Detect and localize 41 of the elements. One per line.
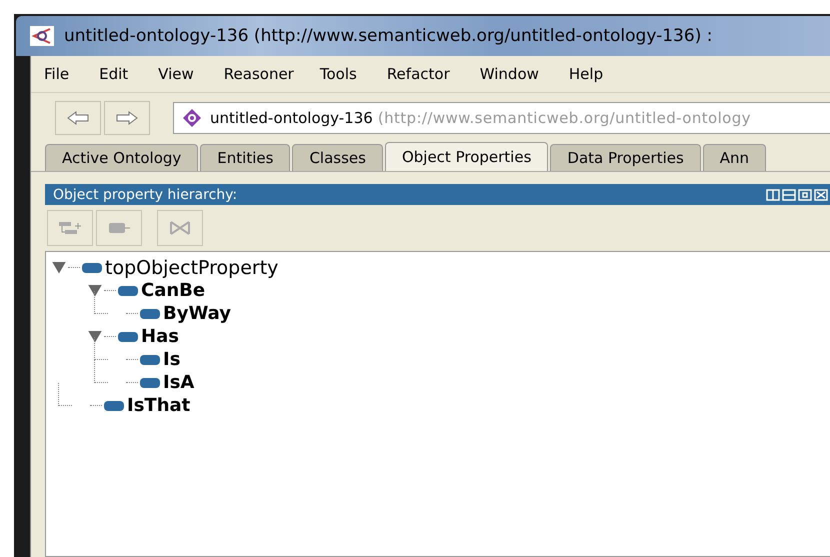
tab[interactable]: Data Properties: [550, 144, 701, 171]
property-icon: [140, 354, 160, 364]
tree-item[interactable]: CanBe: [141, 280, 206, 301]
tab[interactable]: Entities: [200, 144, 290, 171]
tab[interactable]: Ann: [702, 144, 766, 171]
forward-button[interactable]: [104, 101, 150, 135]
tab[interactable]: Classes: [292, 144, 383, 171]
hierarchy-add-icon: [58, 220, 82, 236]
left-arrow-icon: [65, 111, 91, 125]
tab[interactable]: Object Properties: [384, 142, 548, 171]
view-controls-icon[interactable]: [766, 188, 830, 200]
menu-item[interactable]: View: [158, 65, 194, 83]
menu-item[interactable]: Refactor: [386, 65, 450, 83]
property-icon: [118, 332, 138, 342]
property-icon: [82, 262, 102, 272]
right-arrow-icon: [114, 111, 140, 125]
property-icon: [140, 378, 160, 388]
property-icon: [118, 286, 138, 296]
tree-item[interactable]: topObjectProperty: [105, 256, 278, 278]
menu-item[interactable]: File: [44, 65, 70, 83]
panel-title: Object property hierarchy:: [53, 186, 238, 202]
property-icon: [104, 400, 124, 410]
menu-item[interactable]: Reasoner: [224, 65, 294, 83]
menu-item[interactable]: Help: [568, 65, 604, 83]
tree-item[interactable]: ByWay: [163, 303, 231, 324]
menu-item[interactable]: Tools: [320, 65, 357, 83]
tree-item[interactable]: IsThat: [127, 395, 190, 416]
back-button[interactable]: [55, 101, 101, 135]
tree-item[interactable]: Is: [163, 349, 180, 370]
property-icon: [140, 308, 160, 318]
ontology-icon: [182, 108, 202, 128]
sibling-add-icon: [107, 220, 131, 236]
tab[interactable]: Active Ontology: [45, 144, 198, 171]
window-title: untitled-ontology-136 (http://www.semanticweb.org/untitled-ontology-136) :: [64, 26, 712, 46]
ontology-address-field[interactable]: untitled-ontology-136 (http://www.semanticweb.org/untitled-ontology: [173, 102, 830, 134]
delete-icon: [168, 220, 192, 236]
menu-item[interactable]: Edit: [99, 65, 128, 83]
app-logo-icon: [30, 26, 54, 46]
tree-item[interactable]: Has: [141, 326, 179, 347]
tree-item[interactable]: IsA: [163, 372, 194, 393]
menu-item[interactable]: Window: [480, 65, 539, 83]
